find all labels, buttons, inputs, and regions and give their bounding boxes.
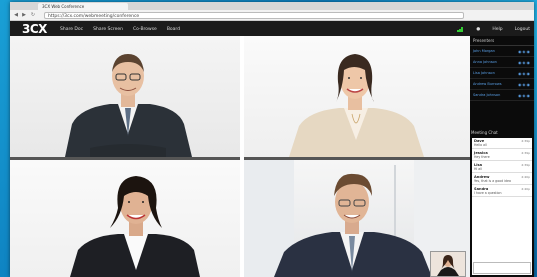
back-icon[interactable]: ◀: [13, 12, 19, 18]
chat-message: Dave Hello all 2:39p: [472, 137, 532, 149]
chat-text: Hello all: [474, 143, 487, 147]
participant-name: John Morgan: [473, 49, 495, 53]
participant-name: Anna Johnson: [473, 60, 497, 64]
share-screen-button[interactable]: Share Screen: [93, 27, 123, 32]
participant-controls-icon[interactable]: ◉◈◉: [518, 93, 531, 98]
reload-icon[interactable]: ↻: [30, 12, 36, 18]
board-button[interactable]: Board: [167, 27, 180, 32]
chat-time: 2:40p: [521, 187, 530, 191]
video-tile[interactable]: [10, 36, 240, 157]
logout-link[interactable]: Logout: [515, 27, 530, 32]
participant-controls-icon[interactable]: ◉◈◉: [518, 49, 531, 54]
participant-name: Andrew Burrows: [473, 82, 502, 86]
chat-time: 2:40p: [521, 175, 530, 179]
chat-panel: Meeting Chat Dave Hello all 2:39p Jessic…: [470, 129, 534, 275]
participant-controls-icon[interactable]: ◉◈◉: [518, 71, 531, 76]
help-link[interactable]: Help: [492, 27, 502, 32]
video-tile[interactable]: [244, 36, 470, 157]
video-grid: [10, 36, 470, 277]
chat-message: Lisa Hi all 2:39p: [472, 161, 532, 173]
app-header: 3CX Share Doc Share Screen Co-Browse Boa…: [10, 21, 534, 37]
signal-icon: [457, 26, 464, 32]
forward-icon[interactable]: ▶: [21, 12, 27, 18]
url-input[interactable]: https://3cx.com/webmeeting/conference: [44, 11, 464, 19]
user-icon[interactable]: ●: [476, 27, 480, 32]
participant-row[interactable]: John Morgan ◉◈◉: [470, 46, 534, 57]
participant-controls-icon[interactable]: ◉◈◉: [518, 60, 531, 65]
participant-name: Sandra Johnson: [473, 93, 501, 97]
participant-row[interactable]: Lisa Johnson ◉◈◉: [470, 68, 534, 79]
chat-time: 2:39p: [521, 139, 530, 143]
video-tile[interactable]: [10, 160, 240, 277]
video-tile[interactable]: [244, 160, 470, 277]
header-right: ● Help Logout: [457, 21, 530, 37]
self-view-image: [437, 255, 459, 276]
participant-name: Lisa Johnson: [473, 71, 495, 75]
chat-text: I have a question: [474, 191, 502, 195]
browser-tab-bar: 3CX Web Conference: [10, 2, 534, 10]
participant-video: [289, 54, 424, 157]
participant-row[interactable]: Andrew Burrows ◉◈◉: [470, 79, 534, 90]
chat-time: 2:39p: [521, 163, 530, 167]
participant-video: [65, 54, 192, 157]
participant-row[interactable]: Sandra Johnson ◉◈◉: [470, 90, 534, 101]
sidebar: Presenters John Morgan ◉◈◉ Anna Johnson …: [470, 36, 534, 277]
chat-input[interactable]: [473, 262, 531, 274]
chat-text: Yes, that is a good idea: [474, 179, 511, 183]
participants-title: Presenters: [470, 36, 534, 46]
address-bar: ◀ ▶ ↻ https://3cx.com/webmeeting/confere…: [10, 10, 534, 21]
browser-tab[interactable]: 3CX Web Conference: [38, 3, 128, 10]
logo: 3CX: [22, 22, 47, 36]
share-doc-button[interactable]: Share Doc: [60, 27, 83, 32]
chat-text: Hey there: [474, 155, 490, 159]
self-view-video[interactable]: [430, 251, 466, 277]
browser-window: 3CX Web Conference ◀ ▶ ↻ https://3cx.com…: [10, 2, 534, 277]
chat-text: Hi all: [474, 167, 483, 171]
co-browse-button[interactable]: Co-Browse: [133, 27, 157, 32]
participant-row[interactable]: Anna Johnson ◉◈◉: [470, 57, 534, 68]
chat-message: Sandra I have a question 2:40p: [472, 185, 532, 197]
conference-area: Presenters John Morgan ◉◈◉ Anna Johnson …: [10, 36, 534, 277]
chat-time: 2:39p: [521, 151, 530, 155]
main-menu: Share Doc Share Screen Co-Browse Board: [60, 21, 180, 37]
participant-video: [70, 176, 200, 277]
chat-message: Andrew Yes, that is a good idea 2:40p: [472, 173, 532, 185]
chat-message: Jessica Hey there 2:39p: [472, 149, 532, 161]
participant-controls-icon[interactable]: ◉◈◉: [518, 82, 531, 87]
